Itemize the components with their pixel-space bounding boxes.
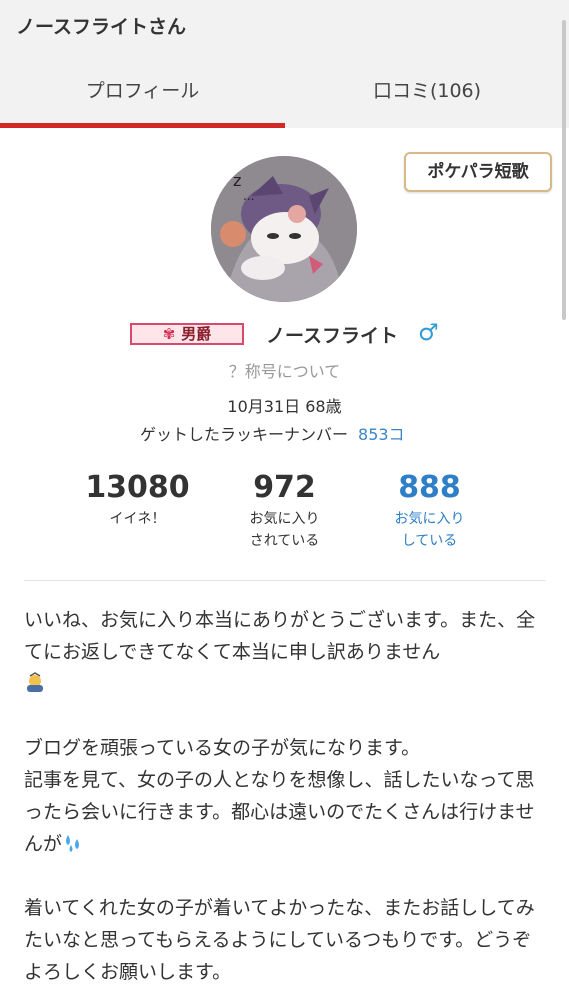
sweat-drops-icon [66, 835, 80, 852]
likes-label: イイネ！ [109, 511, 166, 527]
divider [24, 580, 546, 581]
favorited-by-label-line2: されている [249, 533, 320, 549]
favorited-by-count: 972 [253, 470, 316, 505]
avatar: z ... [211, 156, 357, 302]
scrollbar[interactable] [562, 20, 566, 320]
tab-reviews[interactable]: 口コミ(106) [285, 76, 569, 103]
user-name: ノースフライト [266, 325, 399, 347]
favorites-label-line2[interactable]: している [367, 530, 492, 552]
flower-icon: ✾ [162, 325, 176, 343]
bowing-person-icon [27, 672, 43, 692]
male-symbol-icon: ♂ [418, 320, 439, 346]
intro-paragraph-1: いいね、お気に入り本当にありがとうございます。また、全てにお返しできてなくて本当… [24, 609, 536, 663]
favorites-label-line1[interactable]: お気に入り [367, 508, 492, 530]
self-introduction: いいね、お気に入り本当にありがとうございます。また、全てにお返しできてなくて本当… [24, 604, 544, 988]
tab-profile[interactable]: プロフィール [0, 76, 285, 103]
intro-paragraph-2-line-1: ブログを頑張っている女の子が気になります。 [24, 737, 421, 759]
favorited-by-label-line1: お気に入り [249, 511, 320, 527]
lucky-number-row: ゲットしたラッキーナンバー 853コ [140, 421, 405, 445]
svg-text:...: ... [243, 189, 254, 203]
svg-text:z: z [233, 171, 241, 190]
pokepara-tanka-button[interactable]: ポケパラ短歌 [404, 152, 552, 192]
intro-paragraph-2-line-2: 記事を見て、女の子の人となりを想像し、話したいなって思ったら会いに行きます。都心… [24, 769, 535, 855]
birthday-age: 10月31日 68歳 [227, 397, 342, 416]
rank-title-badge: ✾ 男爵 [130, 323, 244, 345]
likes-count: 13080 [85, 470, 190, 505]
lucky-number-label: ゲットしたラッキーナンバー [140, 425, 349, 444]
favorites-count[interactable]: 888 [367, 470, 492, 505]
avatar-image: z ... [211, 156, 357, 302]
rank-title-text: 男爵 [181, 325, 212, 343]
title-help-link[interactable]: ？称号について [0, 358, 569, 382]
page-title: ノースフライトさん [16, 16, 187, 38]
lucky-number-link[interactable]: 853コ [358, 425, 405, 444]
header: ノースフライトさん プロフィール 口コミ(106) [0, 0, 569, 128]
active-tab-indicator [0, 123, 285, 128]
intro-paragraph-3: 着いてくれた女の子が着いてよかったな、またお話ししてみたいなと思ってもらえるよう… [24, 897, 535, 983]
